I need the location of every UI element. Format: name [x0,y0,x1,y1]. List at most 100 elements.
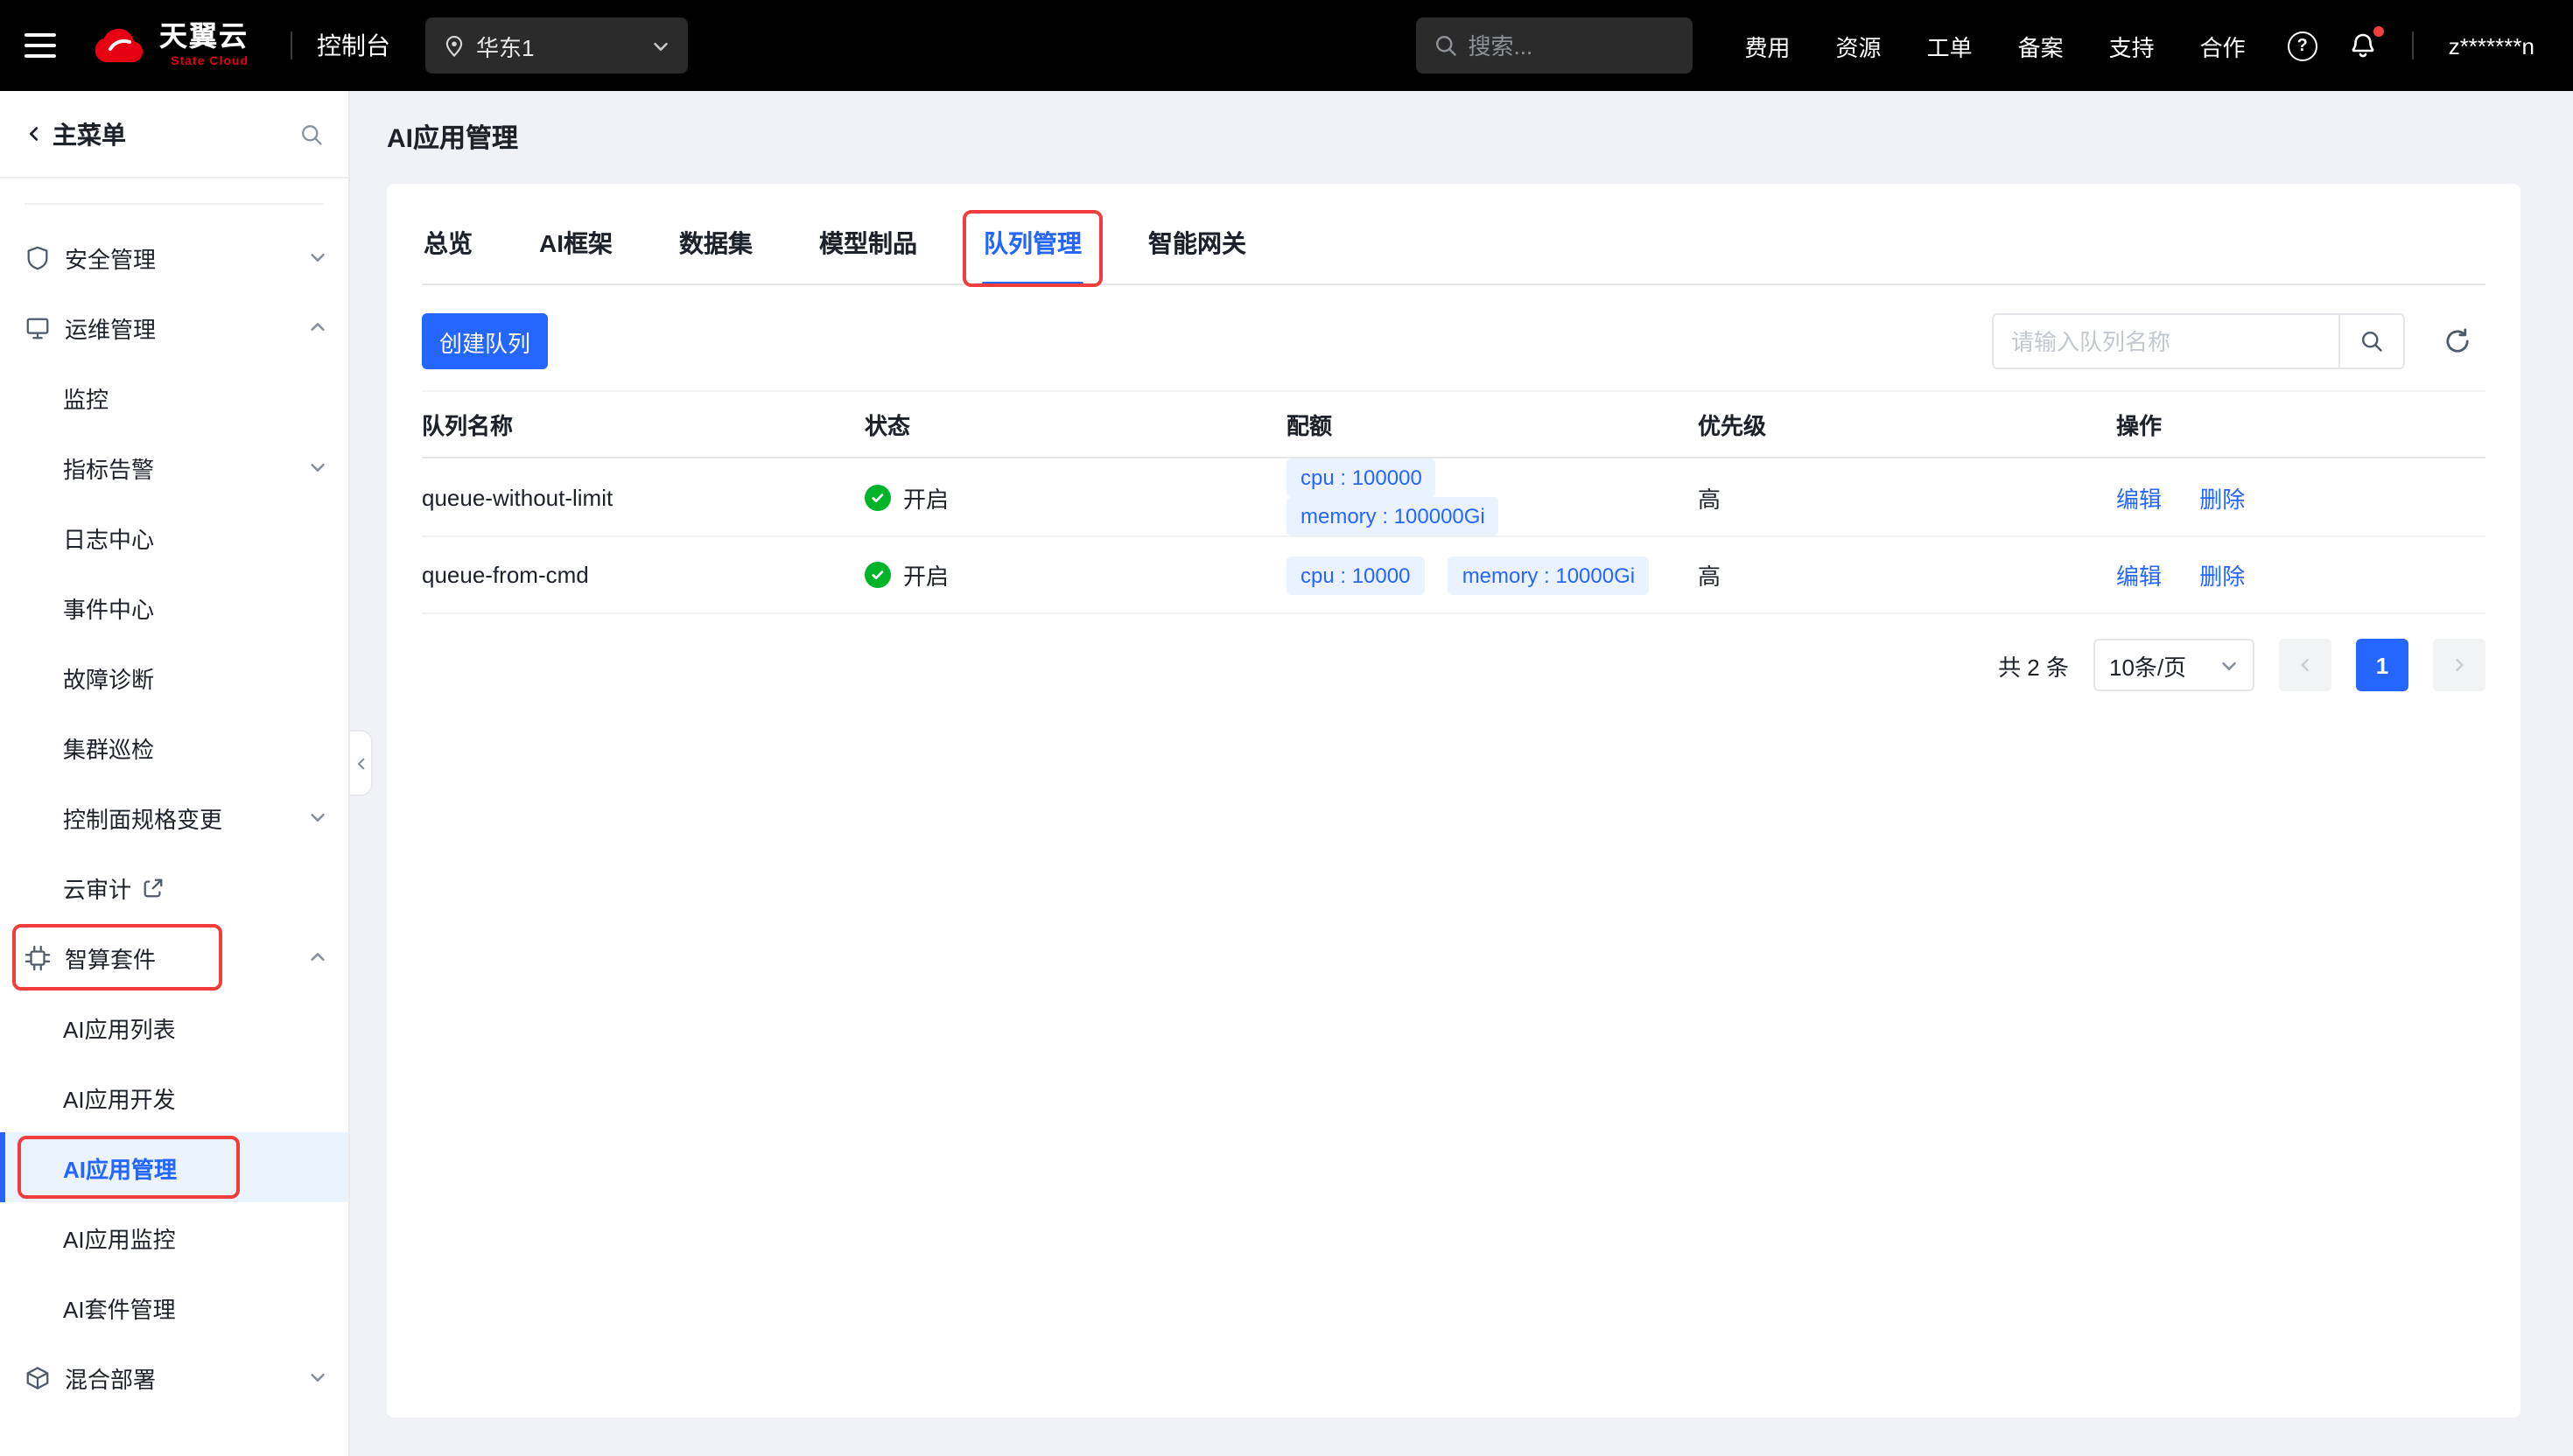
page-size-value: 10条/页 [2109,648,2186,682]
brand-logo[interactable]: 天翼云 State Cloud [88,24,249,67]
shield-icon [25,244,51,270]
sidebar-item-cluster-inspection[interactable]: 集群巡检 [0,712,348,782]
edit-link[interactable]: 编辑 [2116,564,2162,590]
chevron-down-icon [308,458,327,477]
app-window: 天翼云 State Cloud 控制台 华东1 费用 资源 工单 备案 [0,0,2573,1456]
nav-tickets[interactable]: 工单 [1927,29,1973,62]
sidebar-item-monitoring[interactable]: 监控 [0,362,348,432]
sidebar-item-event-center[interactable]: 事件中心 [0,572,348,642]
sidebar-collapse-handle[interactable] [350,730,373,796]
main-menu-label: 主菜单 [53,116,126,151]
col-quota: 配额 [1286,391,1698,458]
user-account[interactable]: z*******n [2449,32,2534,59]
delete-link[interactable]: 删除 [2199,486,2245,512]
chevron-left-icon [25,124,44,144]
edit-link[interactable]: 编辑 [2116,486,2162,512]
sidebar-item-ai-app-management[interactable]: AI应用管理 [0,1132,348,1202]
priority-value: 高 [1698,458,2116,536]
quota-tag-memory: memory : 10000Gi [1448,556,1649,594]
nav-support[interactable]: 支持 [2109,29,2155,62]
sidebar-item-log-center[interactable]: 日志中心 [0,502,348,572]
sidebar-header: 主菜单 [0,91,348,178]
queue-name: queue-from-cmd [422,536,865,613]
tab-dataset[interactable]: 数据集 [677,208,754,284]
queue-search-button[interactable] [2338,313,2405,369]
sidebar-item-fault-diagnosis[interactable]: 故障诊断 [0,642,348,712]
sidebar-item-hybrid-deployment[interactable]: 混合部署 [0,1342,348,1412]
brand-title: 天翼云 [159,24,249,52]
create-queue-button[interactable]: 创建队列 [422,313,548,369]
chevron-up-icon [308,318,327,337]
nav-partners[interactable]: 合作 [2200,29,2246,62]
col-priority: 优先级 [1698,391,2116,458]
page-title: AI应用管理 [387,119,2520,156]
sidebar-item-security-management[interactable]: 安全管理 [0,222,348,292]
priority-value: 高 [1698,536,2116,613]
prev-page-button[interactable] [2279,639,2331,691]
queue-name: queue-without-limit [422,458,865,536]
nav-resources[interactable]: 资源 [1836,29,1882,62]
topbar-nav: 费用 资源 工单 备案 支持 合作 [1745,29,2246,62]
cloud-logo-icon [88,26,147,65]
sidebar-search-icon[interactable] [299,122,324,146]
sidebar-item-ai-app-monitoring[interactable]: AI应用监控 [0,1202,348,1272]
sidebar-divider [25,203,324,205]
region-selector[interactable]: 华东1 [425,18,688,74]
sidebar-item-cloud-audit[interactable]: 云审计 [0,852,348,922]
page-1-button[interactable]: 1 [2356,639,2408,691]
chevron-down-icon [308,1368,327,1387]
global-search[interactable] [1416,18,1693,74]
queue-table: 队列名称 状态 配额 优先级 操作 queue-without-limit [422,390,2485,614]
sidebar-item-metric-alerts[interactable]: 指标告警 [0,432,348,502]
nav-filing[interactable]: 备案 [2018,29,2064,62]
main-content: AI应用管理 总览 AI框架 数据集 模型制品 队列管理 智能网关 创建队列 [350,91,2573,1456]
status-success-icon [865,562,891,588]
notification-bell-icon[interactable] [2349,32,2377,60]
table-row: queue-without-limit 开启 cpu : 100000 [422,458,2485,536]
monitor-icon [25,314,51,340]
sidebar-item-control-plane-spec-change[interactable]: 控制面规格变更 [0,782,348,852]
page-size-select[interactable]: 10条/页 [2093,639,2254,691]
refresh-button[interactable] [2429,313,2485,369]
quota-tag-cpu: cpu : 100000 [1286,458,1436,497]
col-status: 状态 [865,391,1286,458]
sidebar-item-ai-app-dev[interactable]: AI应用开发 [0,1062,348,1132]
sidebar-item-ai-suite-management[interactable]: AI套件管理 [0,1272,348,1342]
cube-icon [25,1364,51,1390]
status-badge: 开启 [865,558,1272,592]
queue-search-group [1992,313,2405,369]
next-page-button[interactable] [2433,639,2485,691]
chevron-down-icon [308,808,327,827]
table-row: queue-from-cmd 开启 cpu : 10000 memo [422,536,2485,613]
sidebar-item-ai-compute-suite[interactable]: 智算套件 [0,922,348,992]
tab-model-artifacts[interactable]: 模型制品 [817,208,919,284]
help-icon[interactable] [2288,31,2317,60]
sidebar-item-ai-app-list[interactable]: AI应用列表 [0,992,348,1062]
nav-billing[interactable]: 费用 [1745,29,1791,62]
menu-icon[interactable] [25,33,56,58]
tab-bar: 总览 AI框架 数据集 模型制品 队列管理 智能网关 [422,208,2485,285]
global-search-input[interactable] [1469,32,1675,59]
chevron-down-icon [308,248,327,267]
quota-tag-memory: memory : 100000Gi [1286,497,1499,536]
tab-queue-management[interactable]: 队列管理 [982,208,1083,284]
tab-overview[interactable]: 总览 [422,208,474,284]
tab-smart-gateway[interactable]: 智能网关 [1146,208,1248,284]
sidebar-item-ops-management[interactable]: 运维管理 [0,292,348,362]
console-link[interactable]: 控制台 [317,28,390,63]
topbar-divider [2412,32,2414,60]
quota-tag-cpu: cpu : 10000 [1286,556,1424,594]
queue-search-input[interactable] [1992,313,2338,369]
topbar-right: z*******n [2288,31,2534,60]
chevron-down-icon [651,36,670,55]
col-queue-name: 队列名称 [422,391,865,458]
status-badge: 开启 [865,480,1272,514]
content-card: 总览 AI框架 数据集 模型制品 队列管理 智能网关 创建队列 [387,184,2520,1418]
delete-link[interactable]: 删除 [2199,564,2245,590]
notification-dot [2373,26,2384,37]
tab-ai-framework[interactable]: AI框架 [537,208,614,284]
region-label: 华东1 [476,29,534,62]
search-icon [1434,33,1458,58]
back-to-main-menu[interactable]: 主菜单 [25,116,126,151]
table-header-row: 队列名称 状态 配额 优先级 操作 [422,391,2485,458]
